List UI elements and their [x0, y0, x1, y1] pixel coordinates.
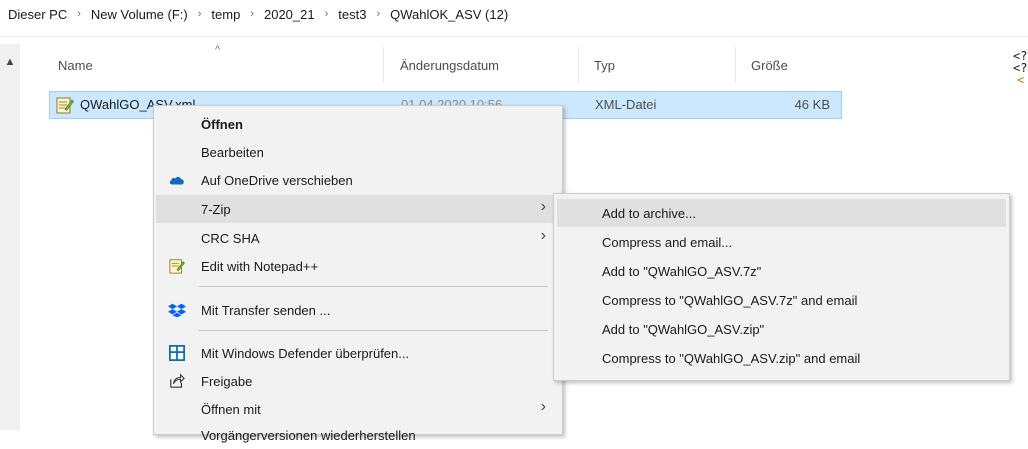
menu-item-label: Mit Transfer senden ... — [201, 302, 331, 318]
submenu-7zip: Add to archive... Compress and email... … — [553, 193, 1010, 381]
menu-item-share[interactable]: Freigabe — [156, 367, 560, 395]
menu-item-open[interactable]: Öffnen — [156, 110, 560, 138]
chevron-right-icon: › — [540, 227, 546, 244]
submenu-item-add-7z[interactable]: Add to "QWahlGO_ASV.7z" — [557, 257, 1006, 285]
preview-line: < — [1017, 73, 1025, 87]
chevron-right-icon[interactable]: › — [190, 8, 210, 20]
file-size: 46 KB — [794, 97, 830, 112]
menu-item-label: Bearbeiten — [201, 144, 264, 160]
windows-defender-icon — [169, 345, 185, 361]
notepad-plus-plus-icon — [169, 259, 185, 274]
column-divider[interactable] — [735, 47, 736, 83]
menu-item-windows-defender[interactable]: Mit Windows Defender überprüfen... — [156, 339, 560, 367]
chevron-right-icon: › — [540, 198, 546, 215]
chevron-right-icon[interactable]: › — [69, 8, 89, 20]
dropbox-icon — [168, 303, 186, 318]
submenu-item-compress-7z-email[interactable]: Compress to "QWahlGO_ASV.7z" and email — [557, 286, 1006, 314]
menu-separator — [199, 330, 548, 331]
menu-item-restore-previous[interactable]: Vorgängerversionen wiederherstellen — [156, 421, 560, 449]
menu-item-crc-sha[interactable]: CRC SHA › — [156, 224, 560, 252]
menu-item-label: Compress to "QWahlGO_ASV.7z" and email — [602, 292, 858, 308]
menu-item-transfer[interactable]: Mit Transfer senden ... — [156, 296, 560, 324]
file-type: XML-Datei — [595, 97, 657, 112]
submenu-item-add-to-archive[interactable]: Add to archive... — [557, 199, 1006, 227]
breadcrumb-item[interactable]: Dieser PC — [6, 7, 69, 22]
menu-item-label: Freigabe — [201, 373, 253, 389]
preview-pane-text: <? <? < — [1013, 50, 1027, 86]
menu-item-label: Add to archive... — [602, 205, 696, 221]
notepad-file-icon — [56, 97, 74, 114]
menu-item-label: Edit with Notepad++ — [201, 258, 319, 274]
scroll-up-arrow-icon[interactable]: ▲ — [4, 56, 16, 68]
menu-item-label: Öffnen — [201, 116, 243, 132]
column-header-date[interactable]: Änderungsdatum — [400, 58, 499, 73]
navigation-pane-scrollbar[interactable]: ▲ — [0, 44, 20, 430]
chevron-right-icon: › — [540, 398, 546, 415]
menu-item-label: Auf OneDrive verschieben — [201, 172, 353, 188]
menu-item-label: Add to "QWahlGO_ASV.7z" — [602, 263, 762, 279]
menu-item-label: Mit Windows Defender überprüfen... — [201, 345, 410, 361]
share-icon — [170, 373, 185, 388]
divider — [0, 36, 1028, 37]
menu-item-label: 7-Zip — [201, 201, 231, 217]
onedrive-cloud-icon — [169, 176, 184, 185]
breadcrumb-item[interactable]: 2020_21 — [262, 7, 317, 22]
menu-item-open-with[interactable]: Öffnen mit › — [156, 395, 560, 423]
menu-item-notepad-plus-plus[interactable]: Edit with Notepad++ — [156, 252, 560, 280]
menu-item-7zip[interactable]: 7-Zip › — [156, 195, 560, 223]
breadcrumb-item[interactable]: temp — [209, 7, 242, 22]
breadcrumb-item[interactable]: New Volume (F:) — [89, 7, 190, 22]
breadcrumb-item[interactable]: QWahlOK_ASV (12) — [388, 7, 510, 22]
chevron-right-icon[interactable]: › — [368, 8, 388, 20]
column-header-name[interactable]: Name — [58, 58, 93, 73]
breadcrumb: Dieser PC › New Volume (F:) › temp › 202… — [0, 0, 1028, 28]
menu-item-label: Compress to "QWahlGO_ASV.zip" and email — [602, 350, 861, 366]
column-divider[interactable] — [383, 47, 384, 83]
menu-item-label: Compress and email... — [602, 234, 733, 250]
submenu-item-compress-email[interactable]: Compress and email... — [557, 228, 1006, 256]
submenu-item-add-zip[interactable]: Add to "QWahlGO_ASV.zip" — [557, 315, 1006, 343]
chevron-right-icon[interactable]: › — [242, 8, 262, 20]
menu-separator — [199, 286, 548, 287]
breadcrumb-item[interactable]: test3 — [336, 7, 368, 22]
context-menu: Öffnen Bearbeiten Auf OneDrive verschieb… — [153, 105, 563, 443]
menu-item-onedrive[interactable]: Auf OneDrive verschieben — [156, 166, 560, 194]
column-header-size[interactable]: Größe — [751, 58, 788, 73]
submenu-item-compress-zip-email[interactable]: Compress to "QWahlGO_ASV.zip" and email — [557, 344, 1006, 372]
column-divider[interactable] — [578, 47, 579, 83]
menu-item-edit[interactable]: Bearbeiten — [156, 138, 560, 166]
menu-item-label: CRC SHA — [201, 230, 260, 246]
menu-item-label: Add to "QWahlGO_ASV.zip" — [602, 321, 765, 337]
column-header-type[interactable]: Typ — [594, 58, 615, 73]
menu-item-label: Öffnen mit — [201, 401, 261, 417]
chevron-right-icon[interactable]: › — [317, 8, 337, 20]
sort-ascending-icon: ^ — [215, 44, 221, 56]
